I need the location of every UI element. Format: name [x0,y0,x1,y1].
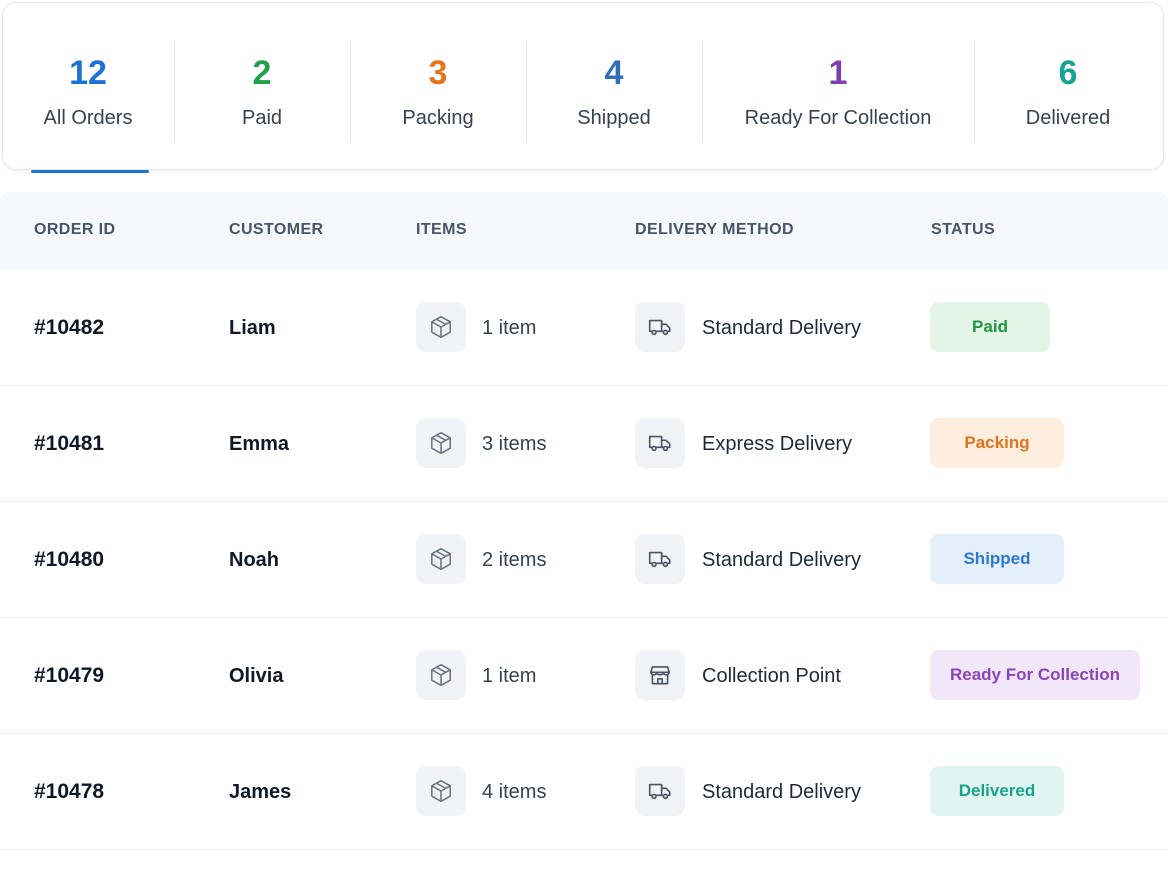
tab-paid[interactable]: 2 Paid [175,3,349,171]
customer-name: James [229,781,292,803]
order-id[interactable]: #10479 [34,618,104,734]
tab-label: Delivered [1025,107,1111,129]
tab-label: Paid [241,107,283,129]
items-count: 4 items [482,781,547,803]
customer-name: Emma [229,433,290,455]
truck-icon [635,534,685,584]
items-count: 3 items [482,433,547,455]
box-icon [416,650,466,700]
tab-count: 12 [69,54,107,92]
box-icon [416,302,466,352]
order-id[interactable]: #10480 [34,502,104,618]
table-row[interactable]: #10480 Noah 2 items Standard Delivery Sh… [0,502,1168,618]
tab-count: 6 [1058,54,1078,92]
tab-count: 3 [428,54,448,92]
delivery-method: Collection Point [702,665,841,687]
tab-label: Ready For Collection [744,107,932,129]
column-header-customer[interactable]: CUSTOMER [229,221,323,239]
box-icon [416,534,466,584]
box-icon [416,766,466,816]
tab-count: 4 [604,54,624,92]
tab-count: 2 [252,54,272,92]
status-badge: Ready For Collection [930,650,1140,700]
tab-label: Packing [402,107,474,129]
truck-icon [635,766,685,816]
tab-ready-for-collection[interactable]: 1 Ready For Collection [703,3,973,171]
tab-shipped[interactable]: 4 Shipped [527,3,701,171]
tab-all-orders[interactable]: 12 All Orders [3,3,173,171]
status-badge: Paid [930,302,1050,352]
tab-count: 1 [828,54,848,92]
order-id[interactable]: #10478 [34,734,104,850]
table-row[interactable]: #10481 Emma 3 items Express Delivery Pac… [0,386,1168,502]
table-row[interactable]: #10479 Olivia 1 item Collection Point Re… [0,618,1168,734]
tab-delivered[interactable]: 6 Delivered [975,3,1161,171]
table-row[interactable]: #10482 Liam 1 item Standard Delivery Pai… [0,270,1168,386]
status-badge: Delivered [930,766,1064,816]
order-id[interactable]: #10481 [34,386,104,502]
delivery-method: Standard Delivery [702,549,861,571]
status-badge: Packing [930,418,1064,468]
table-header: ORDER ID CUSTOMER ITEMS DELIVERY METHOD … [0,192,1168,270]
table-row[interactable]: #10478 James 4 items Standard Delivery D… [0,734,1168,850]
order-status-summary: 12 All Orders 2 Paid 3 Packing 4 Shipped… [2,2,1164,173]
active-tab-indicator [31,170,149,173]
items-count: 1 item [482,317,537,339]
table-row[interactable] [0,850,1168,880]
customer-name: Olivia [229,665,284,687]
tab-label: All Orders [43,107,133,129]
column-header-status[interactable]: STATUS [931,221,995,239]
tab-packing[interactable]: 3 Packing [351,3,525,171]
column-header-delivery-method[interactable]: DELIVERY METHOD [635,221,794,239]
truck-icon [635,302,685,352]
customer-name: Noah [229,549,279,571]
truck-icon [635,418,685,468]
order-id[interactable]: #10482 [34,270,104,386]
customer-name: Liam [229,317,276,339]
tab-label: Shipped [577,107,651,129]
delivery-method: Standard Delivery [702,317,861,339]
box-icon [416,418,466,468]
column-header-order-id[interactable]: ORDER ID [34,221,115,239]
column-header-items[interactable]: ITEMS [416,221,467,239]
status-badge: Shipped [930,534,1064,584]
delivery-method: Standard Delivery [702,781,861,803]
store-icon [635,650,685,700]
items-count: 2 items [482,549,547,571]
delivery-method: Express Delivery [702,433,853,455]
items-count: 1 item [482,665,537,687]
orders-table: ORDER ID CUSTOMER ITEMS DELIVERY METHOD … [0,192,1168,880]
